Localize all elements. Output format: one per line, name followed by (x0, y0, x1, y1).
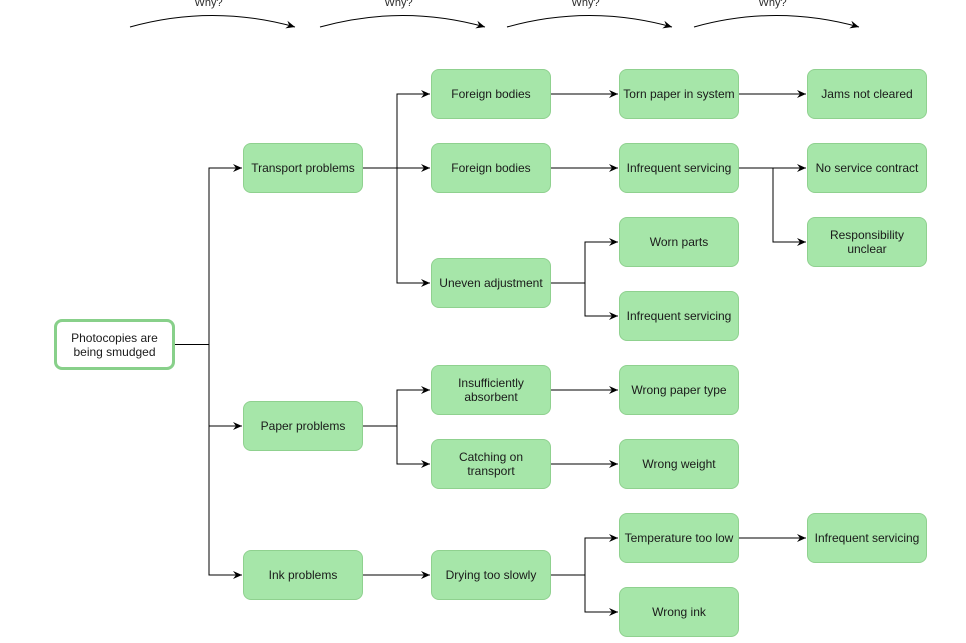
cause-node-foreign1[interactable]: Foreign bodies (431, 69, 551, 119)
cause-node-insuff[interactable]: Insufficiently absorbent (431, 365, 551, 415)
edge-transport-to-foreign1 (363, 90, 430, 169)
node-label: Drying too slowly (445, 568, 537, 582)
cause-node-wrongweight[interactable]: Wrong weight (619, 439, 739, 489)
cause-node-infreq3[interactable]: Infrequent servicing (807, 513, 927, 563)
node-label: Foreign bodies (451, 87, 531, 101)
node-label: Wrong weight (642, 457, 716, 471)
node-label: Ink problems (268, 568, 338, 582)
edge-paper-to-insuff (363, 386, 430, 427)
node-label: Transport problems (251, 161, 355, 175)
node-label: Uneven adjustment (439, 276, 543, 290)
why-label: Why? (194, 0, 223, 9)
edge-root-to-transport (175, 164, 242, 345)
node-label: Infrequent servicing (814, 531, 920, 545)
root-problem-node[interactable]: Photocopies are being smudged (54, 319, 175, 370)
edge-uneven-to-infreq2 (551, 282, 618, 320)
node-label: No service contract (815, 161, 919, 175)
node-label: Wrong ink (652, 605, 706, 619)
cause-node-resp[interactable]: Responsibility unclear (807, 217, 927, 267)
why-arrow (693, 15, 860, 29)
node-label: Foreign bodies (451, 161, 531, 175)
cause-node-infreq1[interactable]: Infrequent servicing (619, 143, 739, 193)
node-label: Catching on transport (458, 450, 524, 478)
edge-drying-to-temp (551, 534, 618, 576)
node-label: Paper problems (260, 419, 346, 433)
node-label: Wrong paper type (631, 383, 727, 397)
cause-node-jams[interactable]: Jams not cleared (807, 69, 927, 119)
edge-infreq1-to-resp (739, 167, 806, 246)
cause-node-paper[interactable]: Paper problems (243, 401, 363, 451)
cause-node-nocontract[interactable]: No service contract (807, 143, 927, 193)
edge-drying-to-wrongink (551, 574, 618, 616)
edge-transport-to-uneven (363, 167, 430, 287)
cause-node-worn[interactable]: Worn parts (619, 217, 739, 267)
node-label: Responsibility unclear (829, 228, 905, 256)
node-label: Jams not cleared (821, 87, 913, 101)
cause-node-temp[interactable]: Temperature too low (619, 513, 739, 563)
why-label: Why? (571, 0, 600, 9)
node-label: Temperature too low (624, 531, 734, 545)
cause-node-transport[interactable]: Transport problems (243, 143, 363, 193)
why-arrow (319, 15, 486, 29)
cause-node-catching[interactable]: Catching on transport (431, 439, 551, 489)
node-label: Infrequent servicing (626, 161, 732, 175)
cause-node-torn[interactable]: Torn paper in system (619, 69, 739, 119)
edge-root-to-ink (175, 344, 242, 579)
cause-node-foreign2[interactable]: Foreign bodies (431, 143, 551, 193)
node-label: Worn parts (649, 235, 709, 249)
node-label: Infrequent servicing (626, 309, 732, 323)
cause-node-wrongtype[interactable]: Wrong paper type (619, 365, 739, 415)
edge-uneven-to-worn (551, 238, 618, 284)
cause-node-uneven[interactable]: Uneven adjustment (431, 258, 551, 308)
node-label: Insufficiently absorbent (458, 376, 524, 404)
cause-node-ink[interactable]: Ink problems (243, 550, 363, 600)
cause-node-wrongink[interactable]: Wrong ink (619, 587, 739, 637)
why-label: Why? (758, 0, 787, 9)
why-arrow (129, 15, 296, 29)
cause-node-drying[interactable]: Drying too slowly (431, 550, 551, 600)
why-label: Why? (384, 0, 413, 9)
why-arrow (506, 15, 673, 29)
node-label: Photocopies are being smudged (71, 330, 158, 359)
edge-paper-to-catching (363, 425, 430, 468)
cause-node-infreq2[interactable]: Infrequent servicing (619, 291, 739, 341)
node-label: Torn paper in system (623, 87, 735, 101)
